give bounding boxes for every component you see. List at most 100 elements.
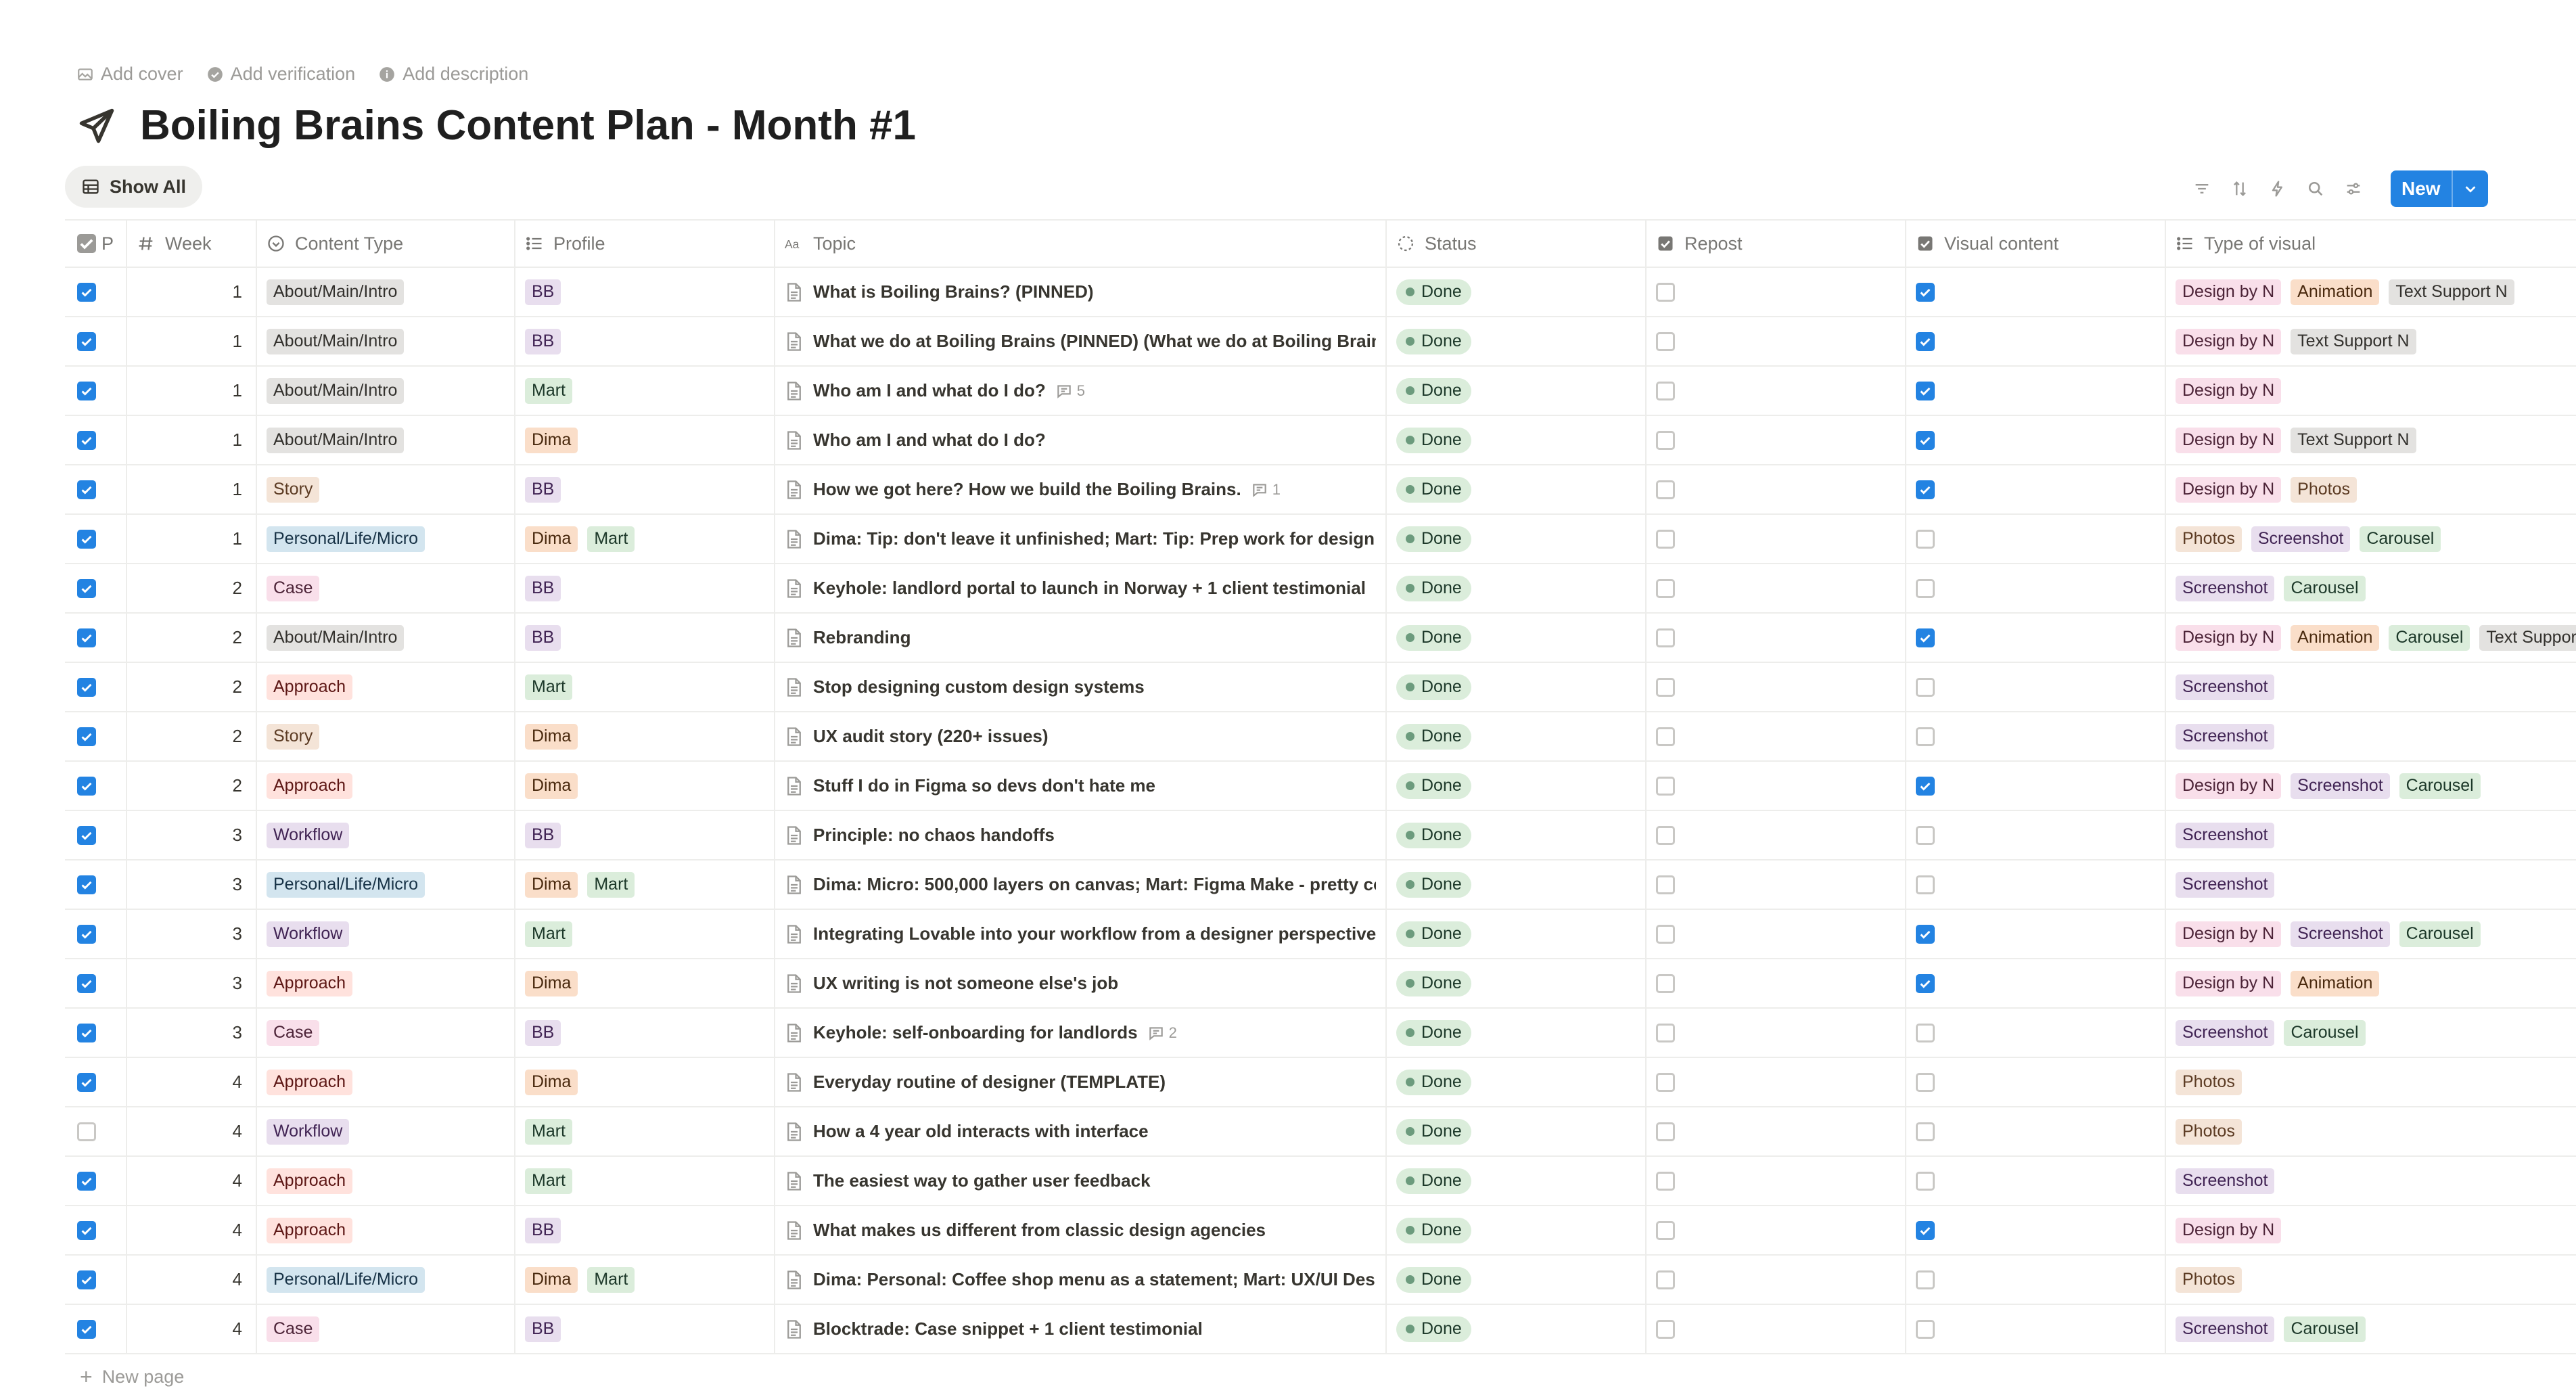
row-checkbox[interactable] xyxy=(77,628,96,647)
repost-cell[interactable] xyxy=(1647,663,1906,711)
status-cell[interactable]: Done xyxy=(1387,663,1647,711)
topic-title[interactable]: Dima: Tip: don't leave it unfinished; Ma… xyxy=(813,528,1375,549)
week-cell[interactable]: 1 xyxy=(127,317,257,365)
row-select-cell[interactable] xyxy=(65,515,97,563)
topic-cell[interactable]: How we got here? How we build the Boilin… xyxy=(775,465,1387,513)
content-type-tag[interactable]: Approach xyxy=(267,1069,353,1095)
status-badge[interactable]: Done xyxy=(1396,526,1471,552)
visual-content-cell[interactable] xyxy=(1906,712,2166,760)
visual-content-checkbox[interactable] xyxy=(1916,776,1935,796)
repost-cell[interactable] xyxy=(1647,1009,1906,1057)
row-checkbox[interactable] xyxy=(77,973,96,993)
row-select-cell[interactable] xyxy=(65,762,97,810)
visual-type-tag[interactable]: Screenshot xyxy=(2176,723,2275,750)
p-cell[interactable] xyxy=(97,811,127,859)
search-button[interactable] xyxy=(2305,179,2326,199)
column-header-status[interactable]: Status xyxy=(1387,221,1647,267)
topic-cell[interactable]: Everyday routine of designer (TEMPLATE) xyxy=(775,1058,1387,1106)
table-row[interactable]: 1 Story BB How we got here? How we build th… xyxy=(65,465,2576,515)
row-select-cell[interactable] xyxy=(65,1107,97,1155)
visual-content-cell[interactable] xyxy=(1906,564,2166,612)
row-checkbox[interactable] xyxy=(77,776,96,796)
profile-cell[interactable]: BB xyxy=(515,811,775,859)
visual-content-checkbox[interactable] xyxy=(1916,825,1935,845)
topic-cell[interactable]: Integrating Lovable into your workflow f… xyxy=(775,910,1387,958)
status-cell[interactable]: Done xyxy=(1387,367,1647,415)
week-cell[interactable]: 2 xyxy=(127,663,257,711)
profile-tag[interactable]: Dima xyxy=(525,526,578,552)
type-of-visual-cell[interactable]: Design by N Screenshot Carousel xyxy=(2166,762,2576,810)
view-settings-button[interactable] xyxy=(2343,179,2364,199)
topic-cell[interactable]: Keyhole: landlord portal to launch in No… xyxy=(775,564,1387,612)
profile-tag[interactable]: Dima xyxy=(525,723,578,750)
status-badge[interactable]: Done xyxy=(1396,822,1471,848)
content-type-tag[interactable]: Approach xyxy=(267,970,353,996)
column-header-visual-content[interactable]: Visual content xyxy=(1906,221,2166,267)
profile-cell[interactable]: BB xyxy=(515,1009,775,1057)
visual-content-checkbox[interactable] xyxy=(1916,1270,1935,1289)
profile-cell[interactable]: BB xyxy=(515,1305,775,1353)
row-select-cell[interactable] xyxy=(65,268,97,316)
visual-content-checkbox[interactable] xyxy=(1916,430,1935,450)
repost-checkbox[interactable] xyxy=(1656,381,1675,400)
repost-cell[interactable] xyxy=(1647,762,1906,810)
content-type-tag[interactable]: Story xyxy=(267,476,320,503)
status-cell[interactable]: Done xyxy=(1387,712,1647,760)
visual-type-tag[interactable]: Photos xyxy=(2176,1266,2242,1293)
topic-title[interactable]: Integrating Lovable into your workflow f… xyxy=(813,923,1376,944)
status-badge[interactable]: Done xyxy=(1396,773,1471,799)
content-type-cell[interactable]: Approach xyxy=(257,762,515,810)
visual-type-tag[interactable]: Carousel xyxy=(2389,624,2470,651)
comment-count[interactable]: 1 xyxy=(1251,481,1281,499)
visual-type-tag[interactable]: Design by N xyxy=(2176,1217,2282,1243)
profile-tag[interactable]: BB xyxy=(525,279,561,305)
visual-type-tag[interactable]: Screenshot xyxy=(2176,575,2275,601)
row-select-cell[interactable] xyxy=(65,959,97,1007)
topic-title[interactable]: How a 4 year old interacts with interfac… xyxy=(813,1121,1149,1142)
week-cell[interactable]: 1 xyxy=(127,367,257,415)
type-of-visual-cell[interactable]: Design by N Text Support N xyxy=(2166,317,2576,365)
profile-tag[interactable]: Mart xyxy=(587,1266,635,1293)
status-badge[interactable]: Done xyxy=(1396,328,1471,354)
new-dropdown-button[interactable] xyxy=(2451,170,2488,207)
week-cell[interactable]: 4 xyxy=(127,1058,257,1106)
week-cell[interactable]: 2 xyxy=(127,762,257,810)
repost-cell[interactable] xyxy=(1647,712,1906,760)
row-checkbox[interactable] xyxy=(77,1122,96,1141)
content-type-cell[interactable]: Workflow xyxy=(257,1107,515,1155)
visual-type-tag[interactable]: Carousel xyxy=(2360,526,2441,552)
repost-cell[interactable] xyxy=(1647,465,1906,513)
repost-cell[interactable] xyxy=(1647,515,1906,563)
type-of-visual-cell[interactable]: Photos xyxy=(2166,1256,2576,1304)
profile-tag[interactable]: Mart xyxy=(525,921,572,947)
row-select-cell[interactable] xyxy=(65,811,97,859)
repost-checkbox[interactable] xyxy=(1656,1220,1675,1240)
visual-content-cell[interactable] xyxy=(1906,317,2166,365)
visual-content-checkbox[interactable] xyxy=(1916,875,1935,894)
visual-content-checkbox[interactable] xyxy=(1916,1023,1935,1042)
row-select-cell[interactable] xyxy=(65,614,97,662)
status-badge[interactable]: Done xyxy=(1396,1316,1471,1342)
content-type-tag[interactable]: Personal/Life/Micro xyxy=(267,1266,425,1293)
status-badge[interactable]: Done xyxy=(1396,476,1471,503)
visual-type-tag[interactable]: Screenshot xyxy=(2176,674,2275,700)
row-select-cell[interactable] xyxy=(65,1009,97,1057)
type-of-visual-cell[interactable]: Screenshot xyxy=(2166,1157,2576,1205)
topic-cell[interactable]: What is Boiling Brains? (PINNED) xyxy=(775,268,1387,316)
comment-count[interactable]: 5 xyxy=(1055,382,1085,400)
visual-type-tag[interactable]: Carousel xyxy=(2284,575,2366,601)
page-title[interactable]: Boiling Brains Content Plan - Month #1 xyxy=(140,101,916,150)
profile-cell[interactable]: BB xyxy=(515,268,775,316)
repost-cell[interactable] xyxy=(1647,1206,1906,1254)
visual-type-tag[interactable]: Text Support N xyxy=(2479,624,2576,651)
status-cell[interactable]: Done xyxy=(1387,811,1647,859)
visual-type-tag[interactable]: Carousel xyxy=(2284,1316,2366,1342)
content-type-cell[interactable]: Approach xyxy=(257,1206,515,1254)
status-cell[interactable]: Done xyxy=(1387,861,1647,909)
visual-type-tag[interactable]: Design by N xyxy=(2176,773,2282,799)
topic-cell[interactable]: Keyhole: self-onboarding for landlords 2 xyxy=(775,1009,1387,1057)
row-checkbox[interactable] xyxy=(77,1319,96,1339)
column-header-content-type[interactable]: Content Type xyxy=(257,221,515,267)
profile-cell[interactable]: Mart xyxy=(515,663,775,711)
content-type-cell[interactable]: About/Main/Intro xyxy=(257,367,515,415)
